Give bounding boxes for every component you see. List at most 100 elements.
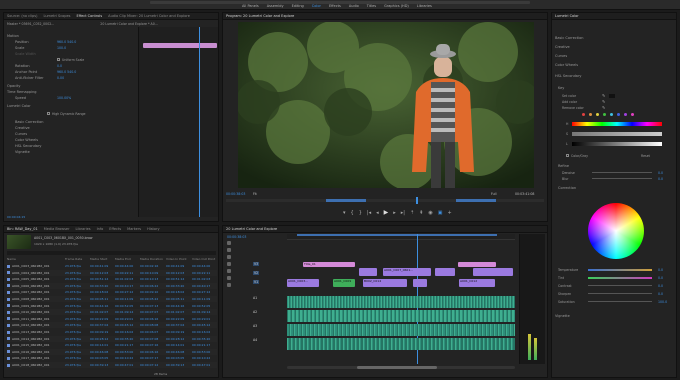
program-timecode-current[interactable]: 00:00:38:03 — [226, 192, 245, 196]
clip-thumbnail[interactable] — [7, 235, 31, 249]
ec-section[interactable]: Opacity — [7, 83, 137, 88]
hue-range-slider[interactable] — [572, 121, 662, 126]
checkbox-icon[interactable] — [566, 154, 569, 157]
slider-value[interactable]: 0.0 — [658, 284, 663, 288]
clip-v1[interactable]: B002_C014 — [363, 279, 407, 287]
ec-position-value[interactable]: 960.0 540.0 — [57, 40, 76, 44]
ec-subsection[interactable]: Creative — [7, 125, 137, 130]
audio-track-a3[interactable] — [287, 324, 515, 336]
swatch-orange-icon[interactable] — [589, 113, 592, 116]
lumetri-section-wheels[interactable]: Color Wheels — [552, 62, 676, 67]
extract-icon[interactable]: ⇞ — [419, 210, 423, 216]
program-title[interactable]: Program: 20 Lumetri Color and Explore — [226, 14, 294, 18]
compare-icon[interactable]: ▣ — [438, 210, 443, 216]
workspace-tab[interactable]: Titles — [367, 4, 376, 8]
hand-tool-icon[interactable] — [227, 283, 231, 287]
table-row[interactable]: A001_C011_0601BX_001 23.976 fps 00:00:22:0… — [7, 316, 217, 322]
workspace-tab[interactable]: Libraries — [417, 4, 432, 8]
correction-header[interactable]: Correction — [552, 185, 676, 190]
clip-v1[interactable]: A001_C003... — [287, 279, 319, 287]
table-row[interactable]: A001_C006_0601BX_001 23.976 fps 00:00:33:2… — [7, 282, 217, 289]
workspace-tab-active[interactable]: Color — [312, 4, 321, 8]
tab-effects[interactable]: Effects — [109, 227, 121, 231]
go-to-in-icon[interactable]: |◂ — [367, 210, 371, 216]
tab-lumetri-color[interactable]: Lumetri Color — [555, 14, 579, 18]
ec-subsection[interactable]: Curves — [7, 131, 137, 136]
program-quality-dropdown[interactable]: Full — [491, 192, 496, 196]
lumetri-section-basic[interactable]: Basic Correction — [552, 35, 676, 40]
play-icon[interactable]: ▶ — [384, 209, 389, 216]
ec-speed-value[interactable]: 100.00% — [57, 96, 71, 100]
table-row[interactable]: A001_C010_0601BX_001 23.976 fps 00:01:02:0… — [7, 309, 217, 316]
ec-section[interactable]: Lumetri Color — [7, 103, 137, 108]
lumetri-section-creative[interactable]: Creative — [552, 44, 676, 49]
contrast-slider[interactable] — [588, 285, 652, 286]
sharpen-slider[interactable] — [588, 293, 652, 294]
hsl-color-gray-dropdown[interactable]: Color/Gray — [571, 154, 641, 158]
ripple-edit-tool-icon[interactable] — [227, 255, 231, 259]
lift-icon[interactable]: ⇡ — [410, 210, 414, 216]
ec-rotation-value[interactable]: 0.0 — [57, 64, 62, 68]
pen-tool-icon[interactable] — [227, 276, 231, 280]
tab-scopes[interactable]: Lumetri Scopes — [43, 14, 70, 18]
add-icon[interactable]: + — [447, 210, 451, 216]
denoise-slider[interactable] — [592, 172, 652, 173]
clip-v1[interactable] — [413, 279, 427, 287]
table-row[interactable]: A001_C007_0601BX_001 23.976 fps 00:00:18:0… — [7, 289, 217, 295]
table-row[interactable]: A001_C016_0601BX_001 23.976 fps 00:00:46:0… — [7, 348, 217, 355]
clip-v2[interactable] — [473, 268, 513, 276]
ec-clip-bar[interactable] — [143, 43, 217, 48]
color-wheel[interactable] — [588, 203, 644, 259]
column-header[interactable]: Media Start — [90, 257, 115, 262]
tab-history[interactable]: History — [147, 227, 159, 231]
workspace-tab[interactable]: Graphics (HD) — [384, 4, 409, 8]
table-row[interactable]: A001_C013_0601BX_001 23.976 fps 00:00:09:1… — [7, 329, 217, 335]
column-header[interactable]: Media Duration — [140, 257, 166, 262]
timeline-zoom-scrollbar[interactable] — [287, 366, 515, 369]
ec-section[interactable]: Time Remapping — [7, 89, 137, 94]
column-header[interactable]: Video Out Point — [192, 257, 217, 262]
program-playhead[interactable] — [416, 197, 418, 204]
color-swatch[interactable] — [609, 93, 616, 98]
hsl-reset-button[interactable]: Reset — [641, 154, 650, 158]
clip-v3-title[interactable]: Title_01 — [303, 262, 355, 267]
ec-anchor-value[interactable]: 960.0 540.0 — [57, 70, 76, 74]
ec-subsection[interactable]: HSL Secondary — [7, 143, 137, 148]
audio-track-a4[interactable] — [287, 338, 515, 350]
mark-out-icon[interactable]: } — [359, 210, 362, 216]
track-label-a1[interactable]: A1 — [253, 296, 257, 300]
column-header[interactable]: Frame Rate — [65, 257, 90, 262]
sat-range-slider[interactable] — [572, 131, 662, 136]
tab-media-browser[interactable]: Media Browser — [44, 227, 70, 231]
eyedropper-minus-icon[interactable]: ✎ — [602, 105, 605, 110]
go-to-out-icon[interactable]: ▸| — [401, 210, 405, 216]
ec-antiflicker-value[interactable]: 0.00 — [57, 76, 64, 80]
scroll-thumb[interactable] — [357, 366, 437, 369]
selection-tool-icon[interactable] — [227, 241, 231, 245]
step-forward-icon[interactable]: ▸ — [393, 210, 396, 216]
table-row[interactable]: A001_C005_0601BX_001 23.976 fps 00:00:51:1… — [7, 276, 217, 282]
slip-tool-icon[interactable] — [227, 269, 231, 273]
tab-bin[interactable]: Bin: RAW_Day_01 — [7, 227, 38, 231]
track-label-a2[interactable]: A2 — [253, 310, 257, 314]
table-row[interactable]: A001_C003_0601BX_001 23.976 fps 00:00:41:0… — [7, 263, 217, 269]
saturation-slider[interactable] — [588, 301, 652, 302]
slider-value[interactable]: 0.0 — [658, 292, 663, 296]
swatch-magenta-icon[interactable] — [631, 113, 634, 116]
marker-icon[interactable]: ▾ — [343, 210, 346, 216]
ec-master-clip[interactable]: Master * 03691_C052_0002... — [7, 22, 54, 26]
timeline-timecode[interactable]: 00:00:38:03 — [227, 235, 246, 239]
timeline-ruler[interactable] — [287, 234, 515, 240]
tab-timeline[interactable]: 20 Lumetri Color and Explore — [226, 227, 277, 231]
column-header[interactable]: Media End — [115, 257, 140, 262]
clip-v3[interactable] — [458, 262, 496, 267]
ec-timecode[interactable]: 00:00:04:15 — [7, 215, 25, 219]
ec-subsection[interactable]: Vignette — [7, 149, 137, 154]
track-label-v3[interactable]: V3 — [253, 262, 260, 266]
eyedropper-icon[interactable]: ✎ — [602, 93, 605, 98]
eyedropper-plus-icon[interactable]: ✎ — [602, 99, 605, 104]
table-row[interactable]: A001_C015_0601BX_001 23.976 fps 00:00:14:0… — [7, 342, 217, 348]
workspace-tab[interactable]: All Panels — [242, 4, 259, 8]
tint-slider[interactable] — [588, 276, 652, 279]
clip-v2[interactable]: A001_C007_0601... — [383, 268, 431, 276]
